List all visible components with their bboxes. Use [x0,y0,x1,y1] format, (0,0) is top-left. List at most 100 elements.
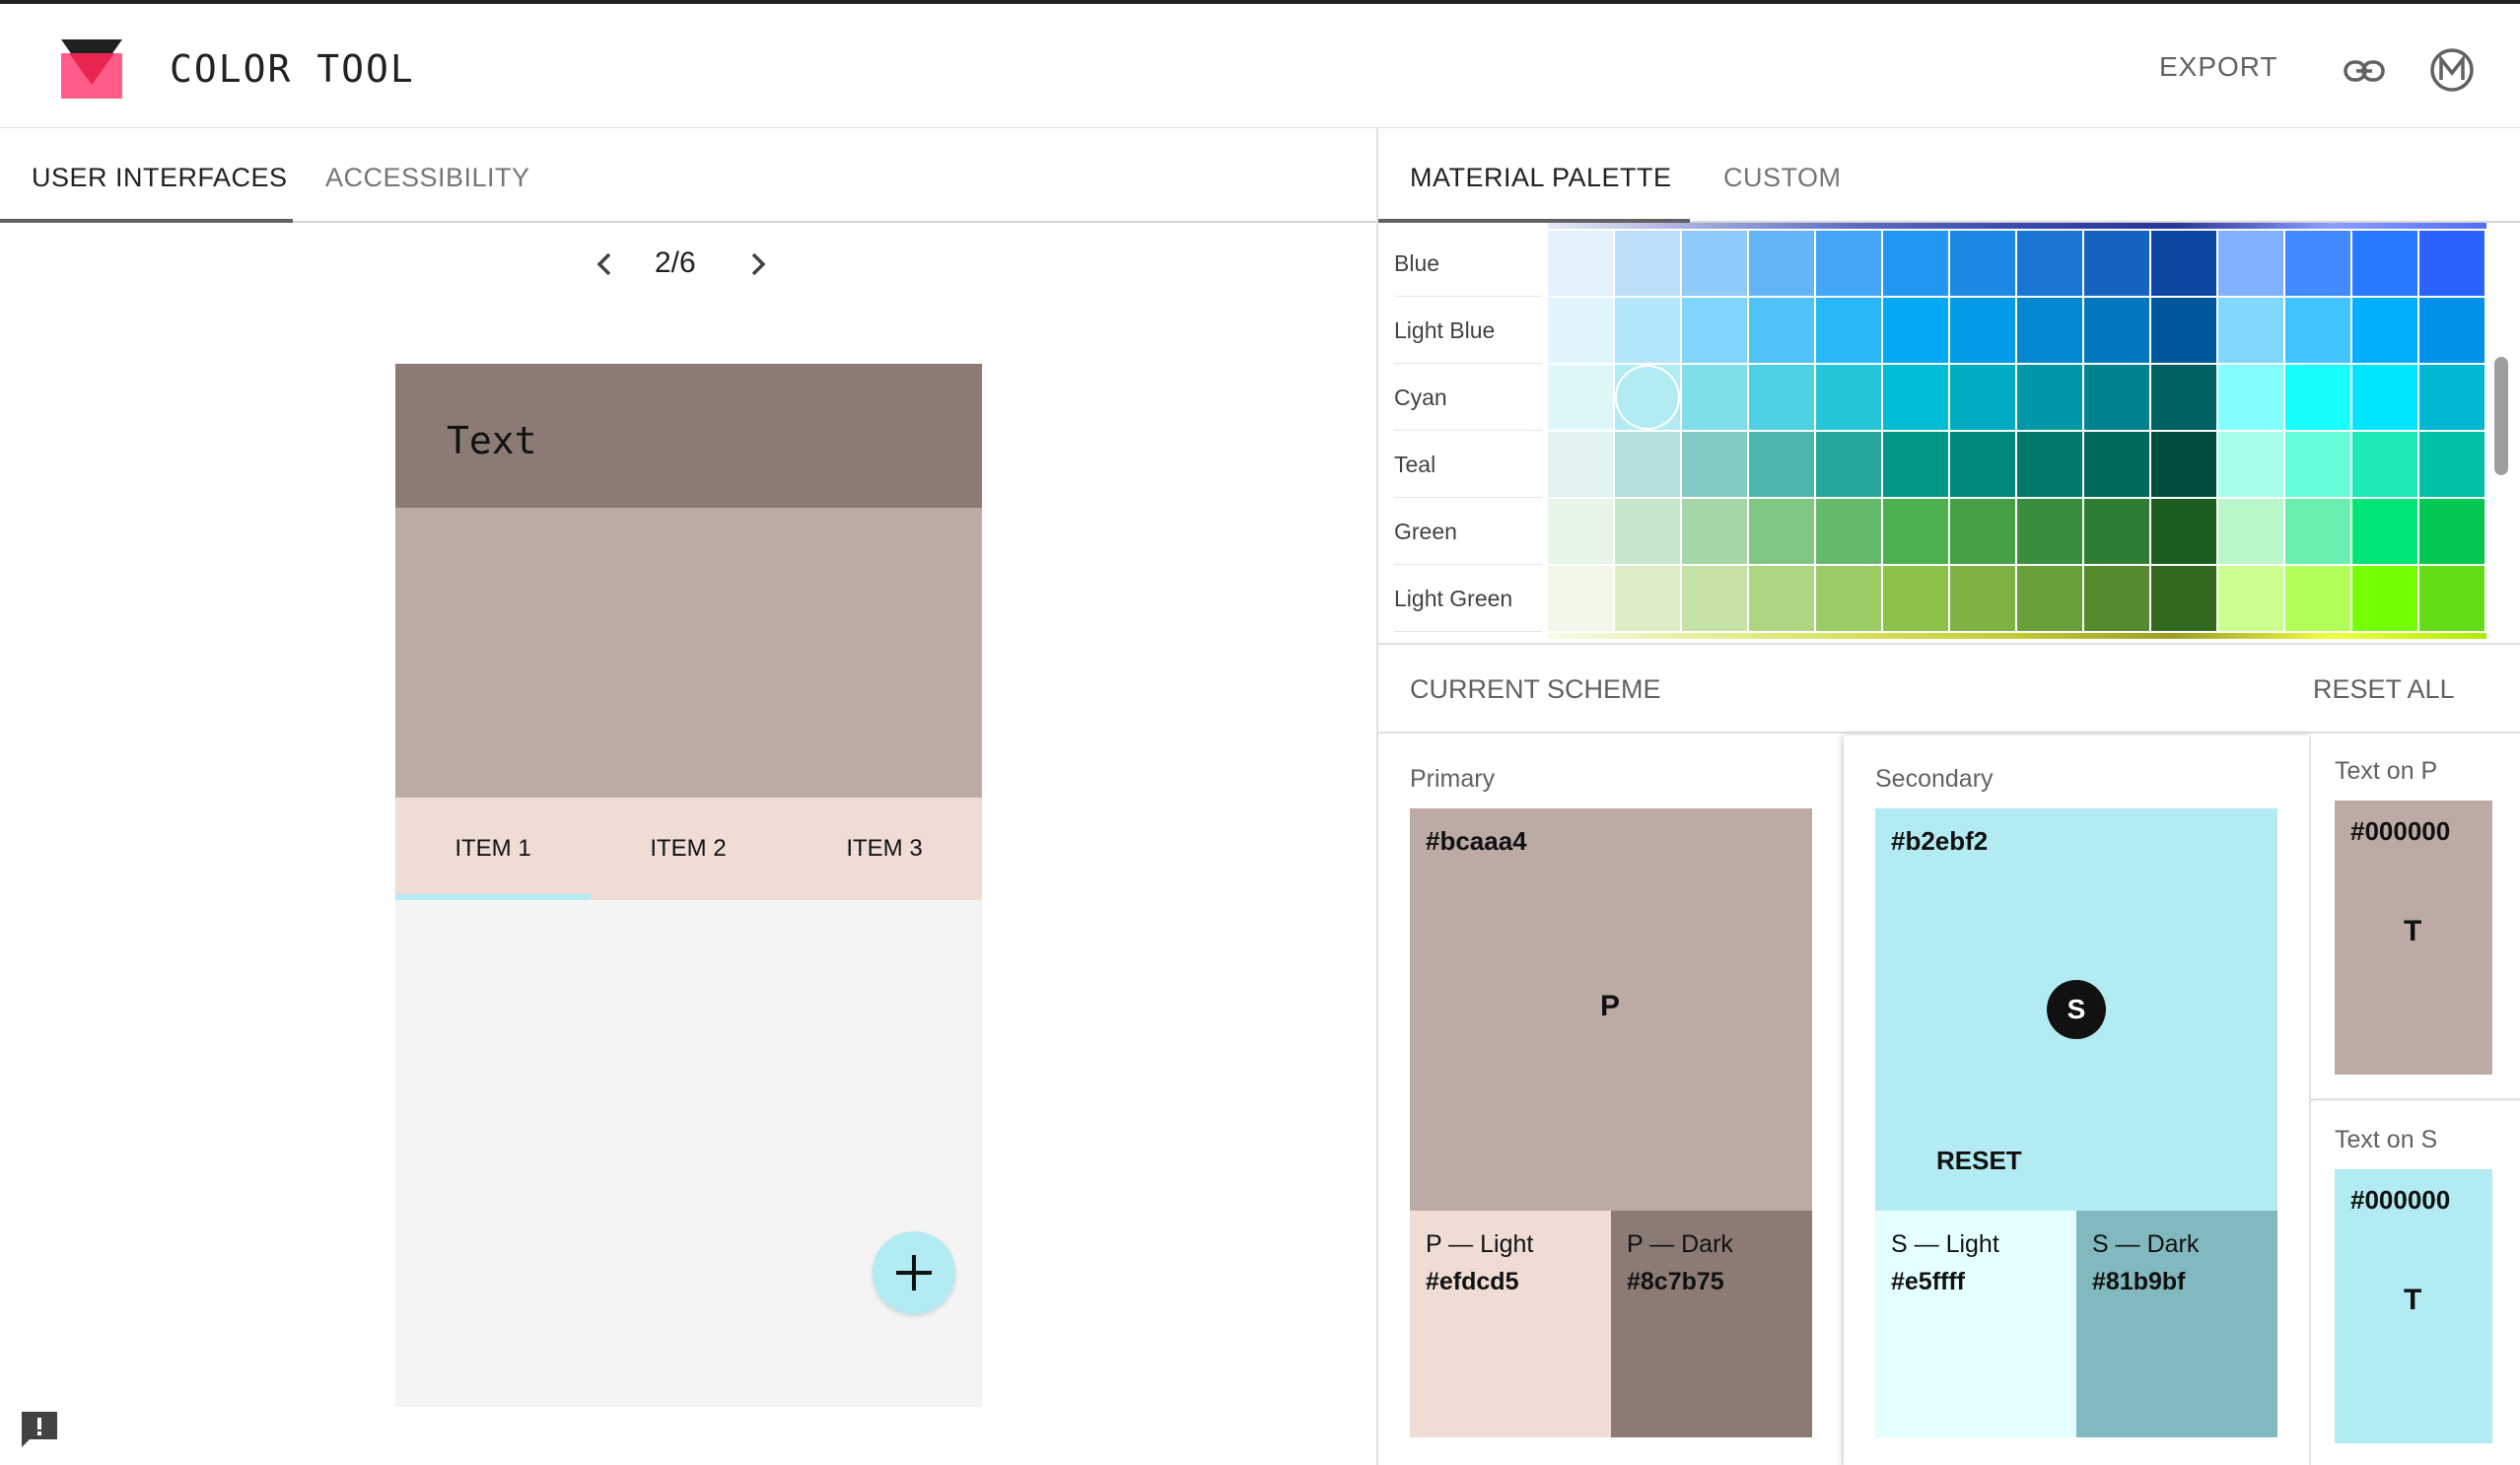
palette-swatch[interactable] [2017,432,2082,497]
palette-swatch[interactable] [2285,298,2350,363]
palette-swatch[interactable] [1548,365,1613,430]
palette-swatch-selected[interactable] [1615,365,1680,430]
palette-row-label[interactable]: Cyan [1394,365,1542,431]
text-on-primary-swatch[interactable]: #000000 T [2335,801,2492,1075]
palette-swatch[interactable] [1950,566,2015,631]
palette-swatch[interactable] [1615,231,1680,296]
palette-swatch[interactable] [2151,566,2216,631]
palette-swatch[interactable] [2084,365,2149,430]
palette-row-label[interactable]: Light Blue [1394,298,1542,364]
palette-swatch[interactable] [2419,365,2485,430]
palette-swatch[interactable] [2218,432,2283,497]
palette-swatch[interactable] [2084,499,2149,564]
palette-swatch[interactable] [1682,231,1747,296]
palette-swatch[interactable] [1883,298,1948,363]
palette-swatch[interactable] [2352,365,2417,430]
palette-swatch[interactable] [1950,231,2015,296]
reset-all-button[interactable]: RESET ALL [2313,674,2455,705]
palette-swatch[interactable] [1682,432,1747,497]
palette-swatch[interactable] [2419,566,2485,631]
tab-accessibility[interactable]: ACCESSIBILITY [325,128,530,223]
palette-swatch[interactable] [2285,566,2350,631]
secondary-dark-swatch[interactable]: S — Dark #81b9bf [2076,1211,2277,1437]
palette-row-label[interactable]: Light Green [1394,566,1542,632]
palette-swatch[interactable] [1749,298,1814,363]
palette-swatch[interactable] [1548,432,1613,497]
palette-swatch[interactable] [2017,365,2082,430]
primary-dark-swatch[interactable]: P — Dark #8c7b75 [1611,1211,1812,1437]
palette-swatch[interactable] [2151,231,2216,296]
palette-swatch[interactable] [2419,231,2485,296]
palette-swatch[interactable] [1749,499,1814,564]
palette-swatch[interactable] [2285,231,2350,296]
palette-row-label[interactable]: Blue [1394,231,1542,297]
palette-swatch[interactable] [1548,298,1613,363]
palette-swatch[interactable] [2218,231,2283,296]
palette-swatch[interactable] [1615,499,1680,564]
preview-tab-item-1[interactable]: ITEM 1 [395,798,591,900]
palette-swatch[interactable] [2352,499,2417,564]
palette-row-label[interactable]: Teal [1394,432,1542,498]
palette-swatch[interactable] [2151,499,2216,564]
palette-swatch[interactable] [1950,298,2015,363]
link-icon[interactable] [2343,49,2386,93]
tab-material-palette[interactable]: MATERIAL PALETTE [1410,128,1672,223]
palette-swatch[interactable] [1816,499,1881,564]
chevron-right-icon[interactable] [739,246,775,282]
palette-swatch[interactable] [1749,365,1814,430]
palette-swatch[interactable] [1615,432,1680,497]
palette-swatch[interactable] [1816,566,1881,631]
palette-swatch[interactable] [1548,499,1613,564]
palette-swatch[interactable] [1883,566,1948,631]
secondary-swatch[interactable]: #b2ebf2 S RESET [1875,808,2277,1211]
palette-swatch[interactable] [1615,298,1680,363]
palette-swatch[interactable] [2419,499,2485,564]
palette-swatch[interactable] [2151,432,2216,497]
material-design-icon[interactable] [2429,47,2475,93]
palette-swatch[interactable] [2352,566,2417,631]
palette-swatch[interactable] [1682,365,1747,430]
palette-swatch[interactable] [2017,499,2082,564]
palette-swatch[interactable] [1682,499,1747,564]
secondary-light-swatch[interactable]: S — Light #e5ffff [1875,1211,2076,1437]
palette-swatch[interactable] [1883,499,1948,564]
palette-swatch[interactable] [2419,298,2485,363]
palette-swatch[interactable] [1749,432,1814,497]
primary-swatch[interactable]: #bcaaa4 P [1410,808,1812,1211]
palette-swatch[interactable] [1950,432,2015,497]
palette-swatch[interactable] [1950,365,2015,430]
palette-swatch[interactable] [1816,298,1881,363]
primary-light-swatch[interactable]: P — Light #efdcd5 [1410,1211,1611,1437]
preview-tab-item-2[interactable]: ITEM 2 [591,798,786,900]
palette-swatch[interactable] [1615,566,1680,631]
palette-swatch[interactable] [1749,566,1814,631]
tab-custom[interactable]: CUSTOM [1723,128,1842,223]
secondary-reset-button[interactable]: RESET [1936,1146,2022,1176]
palette-swatch[interactable] [1816,231,1881,296]
palette-swatch[interactable] [2419,432,2485,497]
chevron-left-icon[interactable] [588,246,623,282]
palette-scrollbar[interactable] [2494,357,2508,475]
palette-swatch[interactable] [1883,365,1948,430]
export-button[interactable]: EXPORT [2159,51,2278,83]
palette-swatch[interactable] [2017,566,2082,631]
palette-swatch[interactable] [1548,566,1613,631]
palette-swatch[interactable] [2218,566,2283,631]
text-on-secondary-swatch[interactable]: #000000 T [2335,1169,2492,1443]
palette-swatch[interactable] [2218,499,2283,564]
palette-swatch[interactable] [1883,231,1948,296]
palette-swatch[interactable] [2017,231,2082,296]
palette-swatch[interactable] [1682,566,1747,631]
palette-swatch[interactable] [2352,298,2417,363]
material-palette-grid[interactable]: Blue Light Blue Cyan Teal Green Light Green [1378,223,2520,641]
preview-fab-button[interactable] [873,1231,955,1314]
preview-tab-item-3[interactable]: ITEM 3 [787,798,982,900]
tab-user-interfaces[interactable]: USER INTERFACES [32,128,288,223]
palette-row-label[interactable]: Green [1394,499,1542,565]
palette-swatch[interactable] [2218,298,2283,363]
palette-swatch[interactable] [2084,298,2149,363]
palette-swatch[interactable] [2151,298,2216,363]
palette-swatch[interactable] [2084,432,2149,497]
palette-swatch[interactable] [1883,432,1948,497]
palette-swatch[interactable] [2017,298,2082,363]
